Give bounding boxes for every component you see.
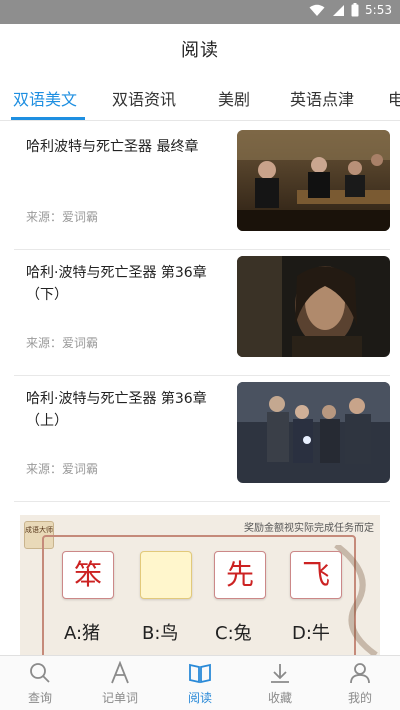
idiom-char-blank[interactable] <box>140 551 192 599</box>
person-icon <box>350 663 370 684</box>
status-icons: 5:53 <box>309 3 392 17</box>
download-icon <box>271 664 289 683</box>
article-item[interactable]: 哈利波特与死亡圣器 最终章 来源：爱词霸 <box>14 124 390 250</box>
tab-us-tv[interactable]: 美剧 <box>218 86 250 110</box>
ad-reward-note: 奖励金额视实际完成任务而定 <box>244 523 374 534</box>
tab-bilingual-essays[interactable]: 双语美文 <box>13 86 77 110</box>
tabs-divider <box>0 120 400 121</box>
nav-label: 记单词 <box>101 691 138 705</box>
search-icon <box>30 663 50 683</box>
nav-label: 我的 <box>347 691 372 705</box>
tab-english-tips[interactable]: 英语点津 <box>290 86 354 110</box>
article-thumbnail[interactable] <box>237 130 390 231</box>
tab-bilingual-news[interactable]: 双语资讯 <box>112 86 176 110</box>
signal-icon <box>331 4 345 17</box>
nav-label: 查询 <box>27 691 52 705</box>
idiom-char-3: 先 <box>214 551 266 599</box>
wifi-icon <box>309 4 325 17</box>
article-item[interactable]: 哈利·波特与死亡圣器 第36章（下） 来源：爱词霸 <box>14 250 390 376</box>
page-title: 阅读 <box>181 40 219 61</box>
article-title[interactable]: 哈利·波特与死亡圣器 第36章（下） <box>26 262 216 306</box>
book-icon <box>189 663 211 684</box>
nav-search[interactable]: 查询 <box>0 658 80 710</box>
idiom-char-1: 笨 <box>62 551 114 599</box>
tab-more[interactable]: 电 <box>388 86 400 110</box>
bottom-nav: 查询 记单词 阅读 收藏 我的 <box>0 655 400 710</box>
option-b[interactable]: B:鸟 <box>142 619 178 645</box>
idiom-char-4: 飞 <box>290 551 342 599</box>
ad-banner[interactable]: 成语大师 奖励金额视实际完成任务而定 笨 先 飞 A:猪 B:鸟 C:兔 D:牛 <box>20 515 380 655</box>
article-title[interactable]: 哈利波特与死亡圣器 最终章 <box>26 136 216 158</box>
battery-icon <box>351 3 359 17</box>
option-a[interactable]: A:猪 <box>64 619 100 645</box>
status-time: 5:53 <box>365 3 392 17</box>
letter-a-icon <box>111 661 129 684</box>
article-title[interactable]: 哈利·波特与死亡圣器 第36章（上） <box>26 388 216 432</box>
article-item[interactable]: 哈利·波特与死亡圣器 第36章（上） 来源：爱词霸 <box>14 376 390 502</box>
article-source: 来源：爱词霸 <box>26 336 99 350</box>
article-source: 来源：爱词霸 <box>26 210 99 224</box>
option-d[interactable]: D:牛 <box>292 619 330 645</box>
nav-profile[interactable]: 我的 <box>320 658 400 710</box>
nav-label: 收藏 <box>267 691 292 705</box>
article-thumbnail[interactable] <box>237 382 390 483</box>
nav-vocabulary[interactable]: 记单词 <box>80 658 160 710</box>
category-tabs: 双语美文 双语资讯 美剧 英语点津 电 <box>0 86 400 120</box>
option-c[interactable]: C:兔 <box>215 619 252 645</box>
nav-reading[interactable]: 阅读 <box>160 658 240 710</box>
article-thumbnail[interactable] <box>237 256 390 357</box>
article-source: 来源：爱词霸 <box>26 462 99 476</box>
status-bar: 5:53 <box>0 0 400 24</box>
ad-logo-text: 成语大师 <box>25 526 53 534</box>
nav-label: 阅读 <box>187 691 212 705</box>
nav-favorites[interactable]: 收藏 <box>240 658 320 710</box>
